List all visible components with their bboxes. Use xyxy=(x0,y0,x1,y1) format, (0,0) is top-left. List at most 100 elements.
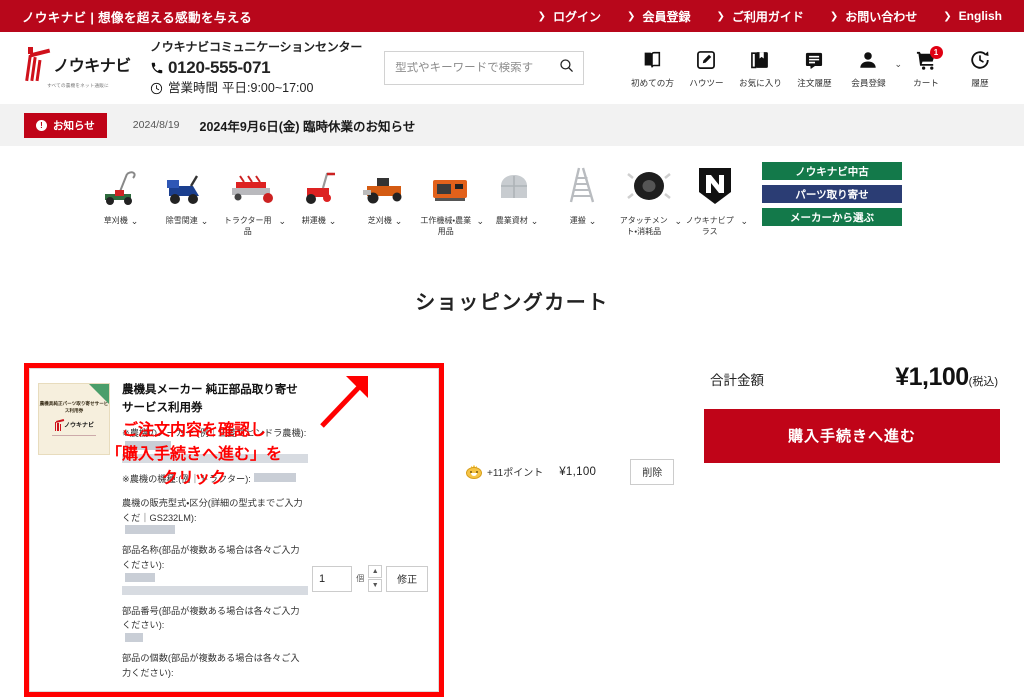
quantity-controls: 1 個 ▲ ▼ 修正 xyxy=(312,381,428,681)
category-label: ノウキナビプラス xyxy=(685,216,734,236)
stepper-up-icon[interactable]: ▲ xyxy=(368,565,383,579)
product-spec-part-name: 部品名称(部品が複数ある場合は各々ご入力ください): xyxy=(122,543,308,595)
category-machine-tools[interactable]: 工作機械・農業用品 ⌄ xyxy=(418,160,484,238)
category-label: 耕運機 xyxy=(301,216,326,225)
snow-blower-photo xyxy=(161,160,213,206)
tax-note: (税込) xyxy=(968,375,998,388)
chevron-down-icon[interactable]: ⌄ xyxy=(894,59,902,70)
notice-date: 2024/8/19 xyxy=(132,119,180,131)
business-hours-label: 営業時間 xyxy=(168,80,219,95)
total-row: 合計金額 ¥1,100(税込) xyxy=(704,363,1000,392)
category-tiller[interactable]: 耕運機 ⌄ xyxy=(286,160,352,227)
category-label: 農業資材 xyxy=(495,216,528,225)
page-title: ショッピングカート xyxy=(415,291,609,314)
nav-register-label: 会員登録 xyxy=(642,9,691,24)
notice-badge: ! お知らせ xyxy=(24,112,107,138)
spec-label: ※農機の機種:(例｜トラクター): xyxy=(122,474,251,485)
spec-label: 農機の販売型式・区分(詳細の型式までご入力くだ｜GS232LM): xyxy=(122,497,303,523)
nav-english[interactable]: ❯ English xyxy=(943,9,1002,23)
category-snow[interactable]: 除雪関連 ⌄ xyxy=(154,160,220,227)
header-icon-nav: 初めての方 ハウツー お気に入り 注文履歴 会員登録 ⌄ 1 カート 履歴 xyxy=(630,46,1006,89)
corner-ribbon-icon xyxy=(89,383,109,404)
category-grass-cutter[interactable]: 草刈機 ⌄ xyxy=(88,160,154,227)
chevron-down-icon[interactable]: ⌄ xyxy=(476,217,484,226)
header-icon-member[interactable]: 会員登録 xyxy=(848,47,888,89)
category-attachments[interactable]: アタッチメント・消耗品 ⌄ xyxy=(616,160,682,238)
search-icon[interactable] xyxy=(558,57,575,79)
cart-icon: 1 xyxy=(915,46,943,73)
chevron-down-icon[interactable]: ⌄ xyxy=(740,217,748,226)
search-box[interactable] xyxy=(384,51,585,85)
chevron-down-icon[interactable]: ⌄ xyxy=(395,217,403,226)
parts-order-button[interactable]: パーツ取り寄せ xyxy=(762,185,902,203)
nav-login[interactable]: ❯ ログイン xyxy=(538,8,601,25)
pencil-square-icon xyxy=(695,47,717,73)
header-icon-first-time[interactable]: 初めての方 xyxy=(630,47,674,89)
quantity-input[interactable]: 1 xyxy=(312,565,353,592)
phone-icon xyxy=(150,61,164,75)
spec-label: 部品番号(部品が複数ある場合は各々ご入力ください): xyxy=(122,605,300,631)
notice-text[interactable]: 2024年9月6日(金) 臨時休業のお知らせ xyxy=(200,116,416,135)
chevron-down-icon[interactable]: ⌄ xyxy=(278,217,286,226)
chevron-down-icon[interactable]: ⌄ xyxy=(201,217,209,226)
chevron-down-icon[interactable]: ⌄ xyxy=(589,217,597,226)
product-title[interactable]: 農機具メーカー 純正部品取り寄せサービス利用券 xyxy=(122,381,308,418)
header-icon-label: 初めての方 xyxy=(630,78,674,88)
update-quantity-button[interactable]: 修正 xyxy=(386,565,428,592)
category-transport[interactable]: 運搬 ⌄ xyxy=(550,160,616,227)
redacted-value xyxy=(122,585,308,595)
category-agri-materials[interactable]: 農業資材 ⌄ xyxy=(484,160,550,227)
redacted-value xyxy=(125,572,155,582)
bookmark-book-icon xyxy=(749,47,771,73)
search-input[interactable] xyxy=(395,62,559,74)
nav-guide[interactable]: ❯ ご利用ガイド xyxy=(716,8,803,25)
site-logo[interactable]: ノウキナビ すべての農機をネット通販に xyxy=(24,47,132,89)
header-icon-history[interactable]: 履歴 xyxy=(960,47,1000,89)
spec-label: 部品の個数(部品が複数ある場合は各々ご入力ください): xyxy=(122,653,300,678)
thumbnail-logo: ノウキナビ xyxy=(54,419,94,431)
chevron-down-icon[interactable]: ⌄ xyxy=(531,217,539,226)
chevron-down-icon[interactable]: ⌄ xyxy=(329,217,337,226)
category-label: 芝刈機 xyxy=(367,216,392,225)
clock-icon xyxy=(150,82,164,96)
spec-label: 部品名称(部品が複数ある場合は各々ご入力ください): xyxy=(122,545,300,570)
business-hours-value: 平日:9:00~17:00 xyxy=(222,80,314,95)
stepper-down-icon[interactable]: ▼ xyxy=(368,579,383,593)
nav-contact-label: お問い合わせ xyxy=(845,9,918,24)
chevron-down-icon[interactable]: ⌄ xyxy=(131,217,139,226)
logo-text: ノウキナビ xyxy=(53,58,131,75)
delete-item-button[interactable]: 削除 xyxy=(630,458,675,485)
category-lawn-mower[interactable]: 芝刈機 ⌄ xyxy=(352,160,418,227)
header-icon-label: ハウツー xyxy=(689,78,724,88)
header-icon-howto[interactable]: ハウツー xyxy=(686,47,726,89)
info-icon: ! xyxy=(36,119,47,131)
greenhouse-photo xyxy=(491,160,543,206)
product-spec-part-qty: 部品の個数(部品が複数ある場合は各々ご入力ください): xyxy=(122,651,308,680)
top-utility-bar: ノウキナビ | 想像を超える感動を与える ❯ ログイン ❯ 会員登録 ❯ ご利用ガイド… xyxy=(0,0,1024,32)
phone-number[interactable]: 0120-555-071 xyxy=(168,56,271,80)
header-icon-order-history[interactable]: 注文履歴 xyxy=(794,47,834,89)
header-icon-cart[interactable]: 1 カート xyxy=(906,46,946,89)
n-shield-logo xyxy=(695,160,735,206)
total-amount: ¥1,100 xyxy=(895,362,969,391)
nokinavi-logo-icon xyxy=(25,47,51,82)
choose-maker-button[interactable]: メーカーから選ぶ xyxy=(762,208,902,226)
product-thumbnail[interactable]: 農機具純正パーツ取り寄せサービス利用券 ノウキナビ xyxy=(38,382,110,455)
redacted-value xyxy=(125,525,175,535)
category-label: 運搬 xyxy=(569,216,586,225)
nav-contact[interactable]: ❯ お問い合わせ xyxy=(830,8,917,25)
category-label: アタッチメント・消耗品 xyxy=(619,216,668,236)
quantity-unit: 個 xyxy=(356,574,365,584)
category-tractor-goods[interactable]: トラクター用品 ⌄ xyxy=(220,160,286,238)
product-spec-maker: ※農機のメーカー:(例｜三菱マヒンドラ農機): xyxy=(122,426,308,464)
checkout-button[interactable]: 購入手続きへ進む xyxy=(704,408,1000,463)
quantity-stepper[interactable]: ▲ ▼ xyxy=(368,565,383,593)
header-icon-favorites[interactable]: お気に入り xyxy=(739,47,782,89)
nav-register[interactable]: ❯ 会員登録 xyxy=(627,8,690,25)
product-thumbnail-col: 農機具純正パーツ取り寄せサービス利用券 ノウキナビ xyxy=(38,381,116,681)
used-machines-button[interactable]: ノウキナビ中古 xyxy=(762,162,902,180)
category-nokinavi-plus[interactable]: ノウキナビプラス ⌄ xyxy=(682,160,748,238)
product-spec-part-number: 部品番号(部品が複数ある場合は各々ご入力ください): xyxy=(122,604,308,643)
chevron-down-icon[interactable]: ⌄ xyxy=(674,217,682,226)
product-spec-sales-type: 農機の販売型式・区分(詳細の型式までご入力くだ｜GS232LM): xyxy=(122,496,308,535)
